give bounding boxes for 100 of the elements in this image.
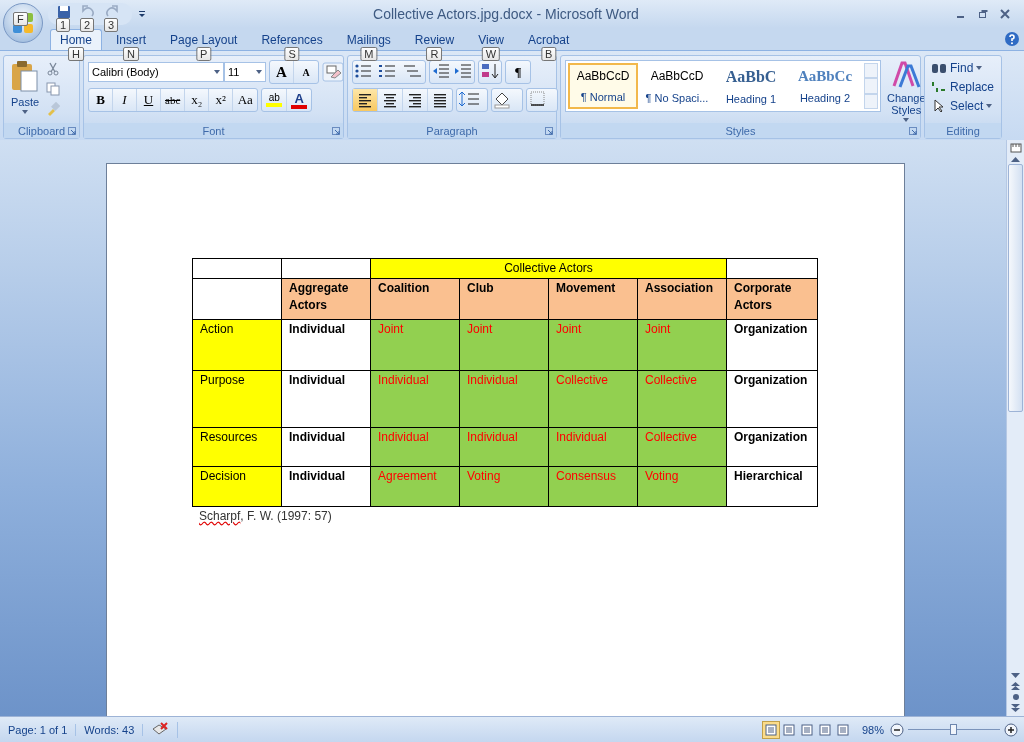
table-cell: Association	[637, 278, 727, 320]
dialog-launcher-icon[interactable]	[545, 127, 553, 135]
customize-toolbar-icon[interactable]	[138, 10, 146, 18]
table-cell: Joint	[370, 319, 460, 371]
vertical-scrollbar[interactable]	[1006, 140, 1024, 716]
table-cell: Individual	[281, 427, 371, 467]
copy-icon[interactable]	[46, 82, 60, 96]
table-cell: Individual	[281, 370, 371, 428]
zoom-thumb[interactable]	[950, 724, 957, 735]
proofing-icon[interactable]	[151, 722, 170, 736]
zoom-level[interactable]: 98%	[861, 724, 884, 736]
font-color-button[interactable]: A	[287, 89, 312, 111]
align-right-icon	[407, 92, 423, 108]
table-cell: Agreement	[370, 466, 460, 507]
font-size-field[interactable]: 11	[224, 62, 266, 82]
replace-button[interactable]: Replace	[929, 79, 997, 95]
save-icon[interactable]	[57, 5, 71, 19]
previous-page-icon[interactable]	[1011, 681, 1020, 691]
table-cell: Club	[459, 278, 549, 320]
ribbon-tab[interactable]: Mailings	[336, 29, 401, 50]
zoom-in-icon[interactable]	[1004, 723, 1018, 737]
table-cell: Joint	[548, 319, 638, 371]
group-label: Paragraph	[426, 124, 478, 137]
group-label: Font	[202, 124, 225, 137]
caret-icon	[22, 110, 28, 114]
ribbon-tab[interactable]: Page Layout	[160, 29, 248, 50]
show-formatting-button[interactable]: ¶	[506, 61, 530, 83]
keytip: 1	[56, 18, 71, 32]
table-cell: Collective Actors	[370, 258, 727, 279]
next-page-icon[interactable]	[1011, 703, 1020, 713]
align-button[interactable]	[353, 89, 378, 111]
font-name-field[interactable]: Calibri (Body)	[88, 62, 224, 82]
page-count[interactable]: Page: 1 of 1	[0, 724, 77, 736]
paste-button[interactable]: Paste	[8, 60, 42, 123]
keytip: M	[360, 47, 378, 61]
increase-indent-icon[interactable]	[452, 61, 474, 81]
word-count[interactable]: Words: 43	[76, 724, 144, 736]
scroll-up-icon[interactable]	[1011, 156, 1020, 162]
ribbon-tab[interactable]: References	[251, 29, 333, 50]
format-button[interactable]: Aa	[233, 89, 258, 111]
restore-icon[interactable]	[978, 9, 988, 19]
sort-icon[interactable]	[479, 61, 501, 81]
table-cell: Joint	[637, 319, 727, 371]
zoom-slider[interactable]	[908, 723, 1000, 737]
ribbon-tab[interactable]: Acrobat	[517, 29, 580, 50]
cut-icon[interactable]	[46, 62, 60, 76]
change-styles-button[interactable]: Change Styles	[885, 60, 928, 123]
format-button[interactable]: U	[137, 89, 161, 111]
format-button[interactable]: x₂	[185, 89, 210, 111]
table-cell: Decision	[192, 466, 282, 507]
browse-object-icon[interactable]	[1011, 693, 1020, 701]
keytip: 2	[80, 18, 95, 32]
scroll-down-icon[interactable]	[1011, 673, 1020, 679]
table-cell: Resources	[192, 427, 282, 467]
group-label: Styles	[725, 124, 756, 137]
table-cell: Individual	[281, 466, 371, 507]
table-cell: Collective	[548, 370, 638, 428]
shrink-font-button[interactable]: A	[294, 61, 318, 83]
format-button[interactable]: x²	[209, 89, 234, 111]
keytip: R	[426, 47, 443, 61]
table-cell: Individual	[459, 370, 549, 428]
find-button[interactable]: Find	[929, 60, 997, 76]
align-left-icon	[357, 92, 373, 108]
ribbon-tab[interactable]: View	[468, 29, 514, 50]
table-cell: Individual	[370, 370, 460, 428]
format-button[interactable]: I	[113, 89, 137, 111]
ribbon-tab[interactable]: Insert	[106, 29, 157, 50]
select-button[interactable]: Select	[929, 98, 997, 114]
dialog-launcher-icon[interactable]	[68, 127, 76, 135]
format-button[interactable]: abc	[161, 89, 186, 111]
table-cell: Individual	[548, 427, 638, 467]
clipboard-icon	[10, 60, 40, 94]
style-item[interactable]: AaBbCcD ¶ Normal	[568, 63, 638, 109]
zoom-out-icon[interactable]	[890, 723, 904, 737]
ribbon-tab[interactable]: Review	[404, 29, 465, 50]
replace-icon	[931, 80, 947, 94]
table-cell: Collective	[637, 370, 727, 428]
close-icon[interactable]	[1000, 9, 1010, 19]
table-cell: Organization	[726, 319, 818, 371]
scroll-thumb[interactable]	[1008, 164, 1023, 412]
format-button[interactable]: B	[89, 89, 113, 111]
table-cell: Coalition	[370, 278, 460, 320]
grow-font-button[interactable]: A	[270, 61, 294, 83]
table-caption: Scharpf, F. W. (1997: 57)	[199, 509, 332, 523]
keytip: H	[68, 47, 84, 61]
keytip: S	[284, 47, 300, 61]
dialog-launcher-icon[interactable]	[332, 127, 340, 135]
letters-icon	[891, 60, 922, 90]
table-cell: Consensus	[548, 466, 638, 507]
undo-icon[interactable]	[81, 5, 95, 19]
dialog-launcher-icon[interactable]	[909, 127, 917, 135]
highlight-button[interactable]: ab	[262, 89, 288, 111]
view-button[interactable]	[761, 721, 780, 739]
clear-formatting-icon[interactable]	[322, 62, 344, 82]
help-icon[interactable]	[1004, 31, 1020, 47]
table-cell: Individual	[370, 427, 460, 467]
keytip: 3	[104, 18, 119, 32]
window-title: Collective Actors.jpg.docx - Microsoft Word	[372, 6, 640, 22]
redo-icon[interactable]	[105, 5, 119, 19]
ruler-icon[interactable]	[1009, 142, 1022, 154]
